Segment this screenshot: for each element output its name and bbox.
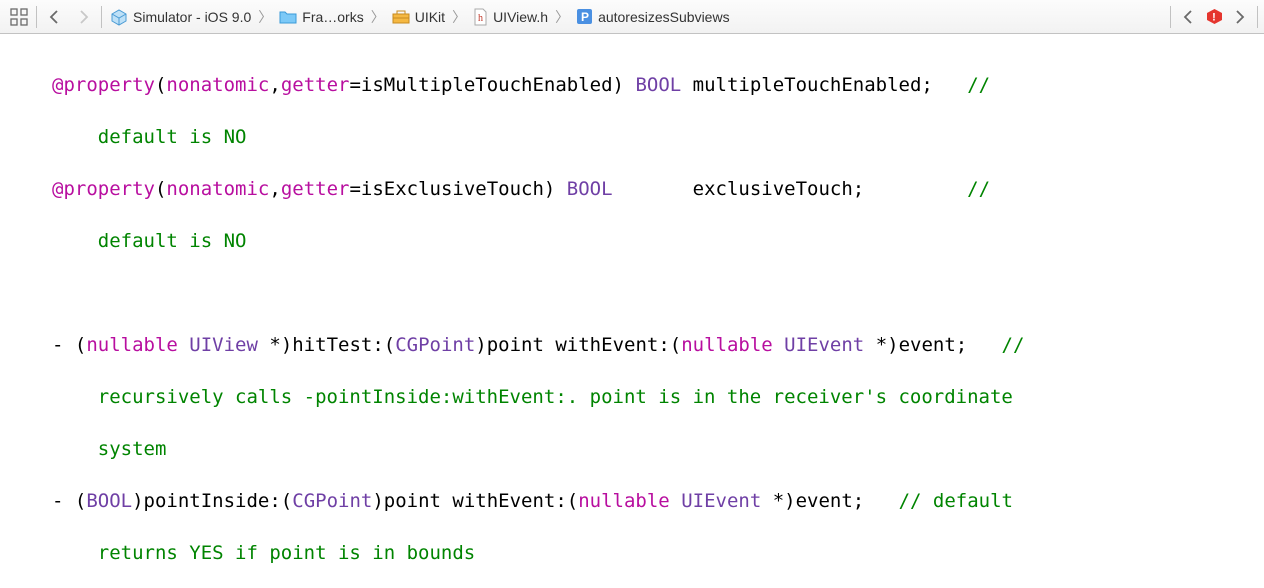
code-editor[interactable]: @property(nonatomic,getter=isMultipleTou… xyxy=(0,34,1264,588)
breadcrumb-label: UIKit xyxy=(415,9,445,25)
svg-text:h: h xyxy=(478,13,483,24)
breadcrumb-label: Simulator - iOS 9.0 xyxy=(133,9,251,25)
chevron-right-icon: 〉 xyxy=(257,7,273,27)
next-issue-button[interactable] xyxy=(1225,4,1255,30)
simulator-icon xyxy=(110,8,128,26)
back-button[interactable] xyxy=(39,4,69,30)
breadcrumb-label: autoresizesSubviews xyxy=(598,9,730,25)
jump-bar: Simulator - iOS 9.0 〉 Fra…orks 〉 UIKit 〉… xyxy=(0,0,1264,34)
chevron-right-icon: 〉 xyxy=(370,7,386,27)
breadcrumb-label: UIView.h xyxy=(493,9,548,25)
separator xyxy=(36,6,37,28)
breadcrumb-symbol[interactable]: P autoresizesSubviews xyxy=(570,0,736,33)
error-icon[interactable]: ! xyxy=(1203,4,1225,30)
related-items-button[interactable] xyxy=(4,4,34,30)
breadcrumb-label: Fra…orks xyxy=(302,9,363,25)
breadcrumb-uiview-h[interactable]: h UIView.h xyxy=(467,0,554,33)
prev-issue-button[interactable] xyxy=(1173,4,1203,30)
folder-icon xyxy=(279,9,297,24)
forward-button[interactable] xyxy=(69,4,99,30)
breadcrumb-frameworks[interactable]: Fra…orks xyxy=(273,0,369,33)
toolbox-icon xyxy=(392,9,410,24)
header-file-icon: h xyxy=(473,8,488,26)
svg-text:P: P xyxy=(581,10,589,24)
separator xyxy=(101,6,102,28)
separator xyxy=(1170,6,1171,28)
breadcrumb-simulator[interactable]: Simulator - iOS 9.0 xyxy=(104,0,257,33)
breadcrumb: Simulator - iOS 9.0 〉 Fra…orks 〉 UIKit 〉… xyxy=(104,0,1168,33)
property-icon: P xyxy=(576,8,593,25)
chevron-right-icon: 〉 xyxy=(554,7,570,27)
right-nav-group: ! xyxy=(1168,4,1260,30)
svg-text:!: ! xyxy=(1212,12,1216,24)
chevron-right-icon: 〉 xyxy=(451,7,467,27)
separator xyxy=(1257,6,1258,28)
breadcrumb-uikit[interactable]: UIKit xyxy=(386,0,451,33)
